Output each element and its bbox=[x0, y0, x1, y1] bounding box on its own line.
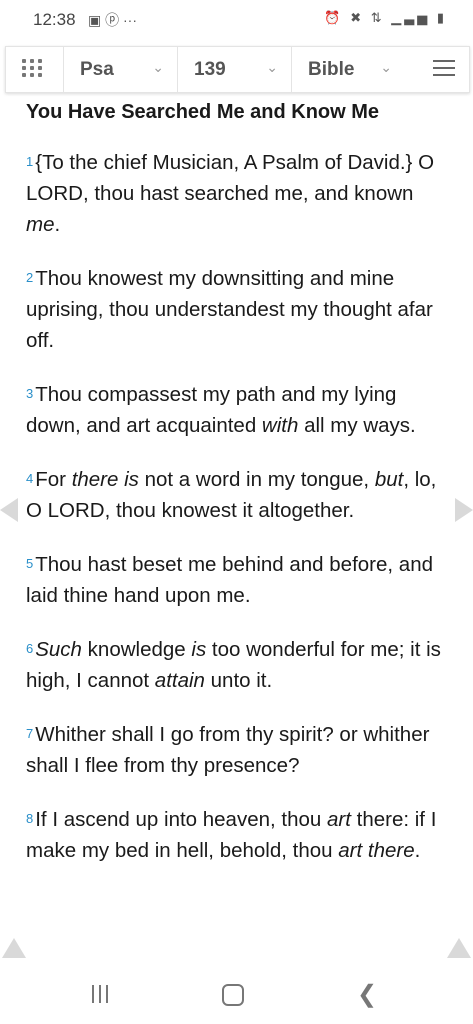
verse-number: 4 bbox=[26, 471, 34, 486]
book-selector[interactable]: Psa ⌄ bbox=[63, 47, 178, 92]
next-chapter-arrow-icon[interactable] bbox=[455, 498, 473, 522]
verse-number: 5 bbox=[26, 556, 34, 571]
verse-text: Thou compassest my path and my lying dow… bbox=[26, 383, 416, 437]
verse-number: 7 bbox=[26, 726, 34, 741]
verse-8[interactable]: 8If I ascend up into heaven, thou art th… bbox=[26, 804, 452, 866]
menu-icon[interactable] bbox=[433, 60, 455, 78]
navigation-bar: ❮ bbox=[0, 966, 473, 1024]
verse-number: 2 bbox=[26, 270, 34, 285]
back-icon[interactable]: ❮ bbox=[357, 980, 377, 1009]
grid-icon[interactable] bbox=[22, 59, 44, 79]
bible-toolbar: Psa ⌄ 139 ⌄ Bible ⌄ bbox=[5, 46, 470, 93]
verse-text: Such knowledge is too wonderful for me; … bbox=[26, 638, 441, 692]
verse-1[interactable]: 1{To the chief Musician, A Psalm of Davi… bbox=[26, 147, 452, 240]
verse-number: 8 bbox=[26, 811, 34, 826]
verse-7[interactable]: 7Whither shall I go from thy spirit? or … bbox=[26, 719, 452, 781]
version-label: Bible bbox=[308, 59, 355, 80]
verse-5[interactable]: 5Thou hast beset me behind and before, a… bbox=[26, 549, 452, 611]
version-selector[interactable]: Bible ⌄ bbox=[291, 47, 406, 92]
book-label: Psa bbox=[80, 59, 114, 80]
status-right-icons: ⏰ ✖ ⇅ ▁▃▅ ▮ bbox=[324, 10, 447, 25]
status-bar: 12:38 ▣ ⓟ ··· ⏰ ✖ ⇅ ▁▃▅ ▮ bbox=[0, 0, 473, 40]
chevron-down-icon: ⌄ bbox=[266, 59, 278, 75]
verse-2[interactable]: 2Thou knowest my downsitting and mine up… bbox=[26, 263, 452, 356]
verse-number: 3 bbox=[26, 386, 34, 401]
verse-text: Thou hast beset me behind and before, an… bbox=[26, 553, 433, 607]
verse-3[interactable]: 3Thou compassest my path and my lying do… bbox=[26, 379, 452, 441]
scroll-up-left-icon[interactable] bbox=[2, 938, 26, 958]
passage-content: You Have Searched Me and Know Me 1{To th… bbox=[26, 97, 452, 866]
previous-chapter-arrow-icon[interactable] bbox=[0, 498, 18, 522]
verse-number: 1 bbox=[26, 154, 34, 169]
scroll-up-right-icon[interactable] bbox=[447, 938, 471, 958]
verse-number: 6 bbox=[26, 641, 34, 656]
verse-text: Whither shall I go from thy spirit? or w… bbox=[26, 723, 430, 777]
chapter-label: 139 bbox=[194, 59, 226, 80]
verse-list: 1{To the chief Musician, A Psalm of Davi… bbox=[26, 147, 452, 866]
verse-text: If I ascend up into heaven, thou art the… bbox=[26, 808, 437, 862]
chevron-down-icon: ⌄ bbox=[380, 59, 392, 75]
passage-heading: You Have Searched Me and Know Me bbox=[26, 101, 380, 123]
recents-icon[interactable] bbox=[92, 985, 110, 1005]
chapter-selector[interactable]: 139 ⌄ bbox=[177, 47, 292, 92]
chevron-down-icon: ⌄ bbox=[152, 59, 164, 75]
verse-text: For there is not a word in my tongue, bu… bbox=[26, 468, 437, 522]
status-time: 12:38 bbox=[33, 10, 76, 29]
verse-text: {To the chief Musician, A Psalm of David… bbox=[26, 151, 435, 236]
verse-text: Thou knowest my downsitting and mine upr… bbox=[26, 267, 433, 352]
verse-4[interactable]: 4For there is not a word in my tongue, b… bbox=[26, 464, 452, 526]
verse-6[interactable]: 6Such knowledge is too wonderful for me;… bbox=[26, 634, 452, 696]
status-left-icons: ▣ ⓟ ··· bbox=[88, 12, 137, 28]
home-icon[interactable] bbox=[222, 984, 244, 1006]
